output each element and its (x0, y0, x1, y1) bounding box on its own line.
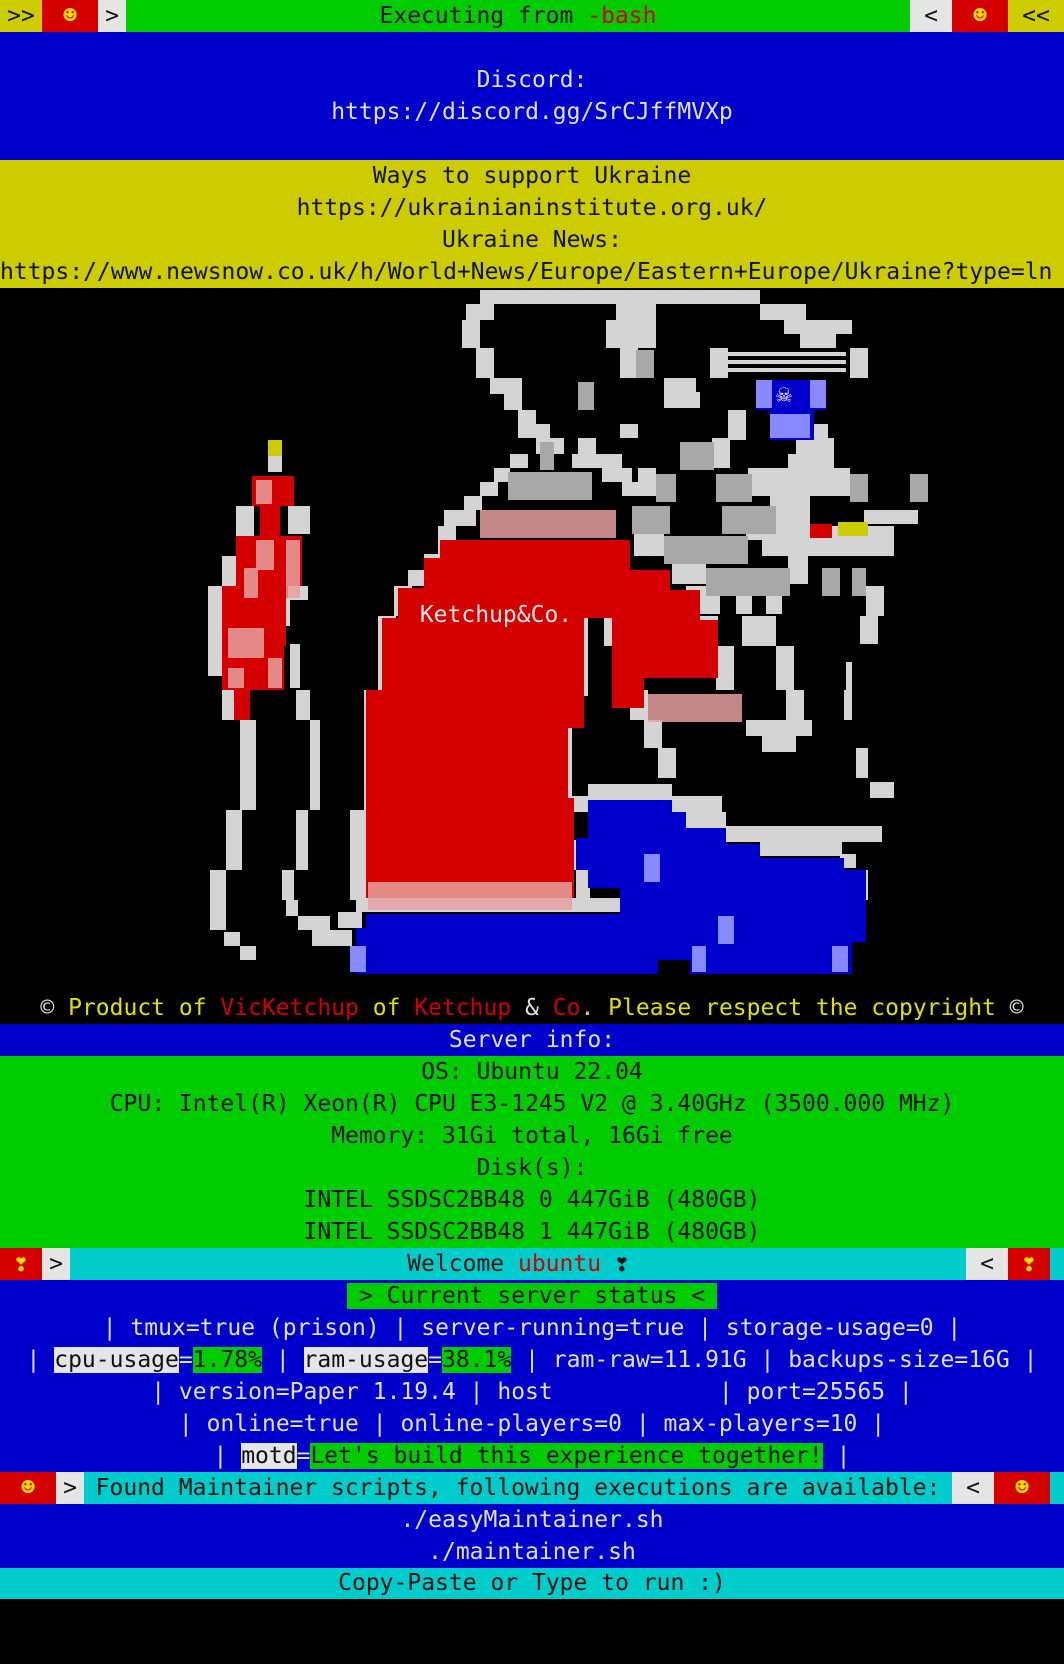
art-yellow-block (838, 522, 868, 536)
skull-icon: ☠ (775, 383, 793, 407)
status-title-row: > Current server status < (0, 1280, 1064, 1312)
status-title: > Current server status < (346, 1283, 718, 1309)
ram-usage-value: 38.1% (442, 1347, 512, 1373)
motd-value: Let's build this experience together! (310, 1443, 823, 1469)
art-flame (268, 440, 282, 456)
server-disk-1: INTEL SSDSC2BB48 1 447GiB (480GB) (0, 1216, 1064, 1248)
title-prefix: Executing from (379, 3, 588, 29)
ukraine-news-label: Ukraine News: (0, 224, 1064, 256)
status-sep: | (822, 1443, 851, 1469)
copyright-notice: . Please respect the copyright (580, 995, 1010, 1021)
server-info-title: Server info: (0, 1024, 1064, 1056)
maintainer-text: Found Maintainer scripts, following exec… (95, 1475, 941, 1501)
heart-icon-right: ❣ (1008, 1248, 1050, 1280)
ketchup-ascii-art: ☠ Ketchup&Co. (0, 288, 1064, 992)
left-arrows: >> (0, 0, 42, 32)
smiley-icon-left: ☻ (42, 0, 98, 32)
status-line-3: | version=Paper 1.19.4 | host | port=255… (0, 1376, 1064, 1408)
welcome-user: ubuntu (517, 1251, 602, 1277)
welcome-label: Welcome (407, 1251, 518, 1277)
welcome-bar: ❣ > Welcome ubuntu ❣ < ❣ (0, 1248, 1064, 1280)
copyright-ketchup: Ketchup (414, 995, 512, 1021)
ukraine-institute-url[interactable]: https://ukrainianinstitute.org.uk/ (0, 192, 1064, 224)
status-sep: | (213, 1443, 242, 1469)
welcome-text: Welcome ubuntu ❣ (70, 1248, 966, 1280)
status-ram-backups: | ram-raw=11.91G | backups-size=16G | (511, 1347, 1038, 1373)
status-sep: | (261, 1347, 304, 1373)
copyright-co: Co (552, 995, 581, 1021)
status-sep: | (26, 1347, 55, 1373)
copyright-author: VicKetchup (220, 995, 359, 1021)
discord-label: Discord: (0, 64, 1064, 96)
server-memory: Memory: 31Gi total, 16Gi free (0, 1120, 1064, 1152)
art-candle (268, 456, 282, 472)
footer-hint: Copy-Paste or Type to run :) (0, 1568, 1064, 1599)
script-easy-maintainer[interactable]: ./easyMaintainer.sh (0, 1504, 1064, 1536)
heart-icon: ❣ (601, 1251, 629, 1277)
smiley-icon-right: ☻ (994, 1472, 1050, 1504)
status-line-4: | online=true | online-players=0 | max-p… (0, 1408, 1064, 1440)
right-lt: < (910, 0, 952, 32)
status-line-1: | tmux=true (prison) | server-running=tr… (0, 1312, 1064, 1344)
title: Executing from -bash (126, 0, 910, 32)
heart-icon-left: ❣ (0, 1248, 42, 1280)
server-disk-0: INTEL SSDSC2BB48 0 447GiB (480GB) (0, 1184, 1064, 1216)
motd-key: motd (241, 1443, 297, 1469)
server-os: OS: Ubuntu 22.04 (0, 1056, 1064, 1088)
maintainer-right-lt: < (952, 1472, 994, 1504)
right-arrows: << (1008, 0, 1064, 32)
smiley-icon-left: ☻ (0, 1472, 56, 1504)
welcome-left-gt: > (42, 1248, 70, 1280)
copyright-amp: & (511, 995, 553, 1021)
discord-url[interactable]: https://discord.gg/SrCJffMVXp (0, 96, 1064, 128)
server-disks-label: Disk(s): (0, 1152, 1064, 1184)
maintainer-left-gt: > (56, 1472, 84, 1504)
left-gt: > (98, 0, 126, 32)
status-eq: = (428, 1347, 442, 1373)
ram-usage-key: ram-usage (303, 1347, 429, 1373)
ascii-art-drawing: ☠ Ketchup&Co. (208, 290, 928, 974)
maintainer-bar: ☻ > Found Maintainer scripts, following … (0, 1472, 1064, 1504)
server-cpu: CPU: Intel(R) Xeon(R) CPU E3-1245 V2 @ 3… (0, 1088, 1064, 1120)
copyright-symbol-left: © (40, 995, 69, 1021)
status-line-5: | motd=Let's build this experience toget… (0, 1440, 1064, 1472)
title-shell: -bash (587, 3, 657, 29)
copyright-line: © Product of VicKetchup of Ketchup & Co.… (0, 992, 1064, 1024)
welcome-right-lt: < (966, 1248, 1008, 1280)
top-title-bar: >> ☻ > Executing from -bash < ☻ << (0, 0, 1064, 32)
cpu-usage-key: cpu-usage (54, 1347, 179, 1373)
copyright-of: of (358, 995, 415, 1021)
status-line-2: | cpu-usage=1.78% | ram-usage=38.1% | ra… (0, 1344, 1064, 1376)
copyright-product-of: Product of (68, 995, 221, 1021)
cpu-usage-value: 1.78% (192, 1347, 262, 1373)
status-eq: = (296, 1443, 311, 1469)
art-label: Ketchup&Co. (420, 602, 572, 628)
script-maintainer[interactable]: ./maintainer.sh (0, 1536, 1064, 1568)
copyright-symbol-right: © (1009, 995, 1024, 1021)
ukraine-news-url[interactable]: https://www.newsnow.co.uk/h/World+News/E… (0, 256, 1064, 288)
smiley-icon-right: ☻ (952, 0, 1008, 32)
ukraine-title: Ways to support Ukraine (0, 160, 1064, 192)
status-eq: = (178, 1347, 193, 1373)
